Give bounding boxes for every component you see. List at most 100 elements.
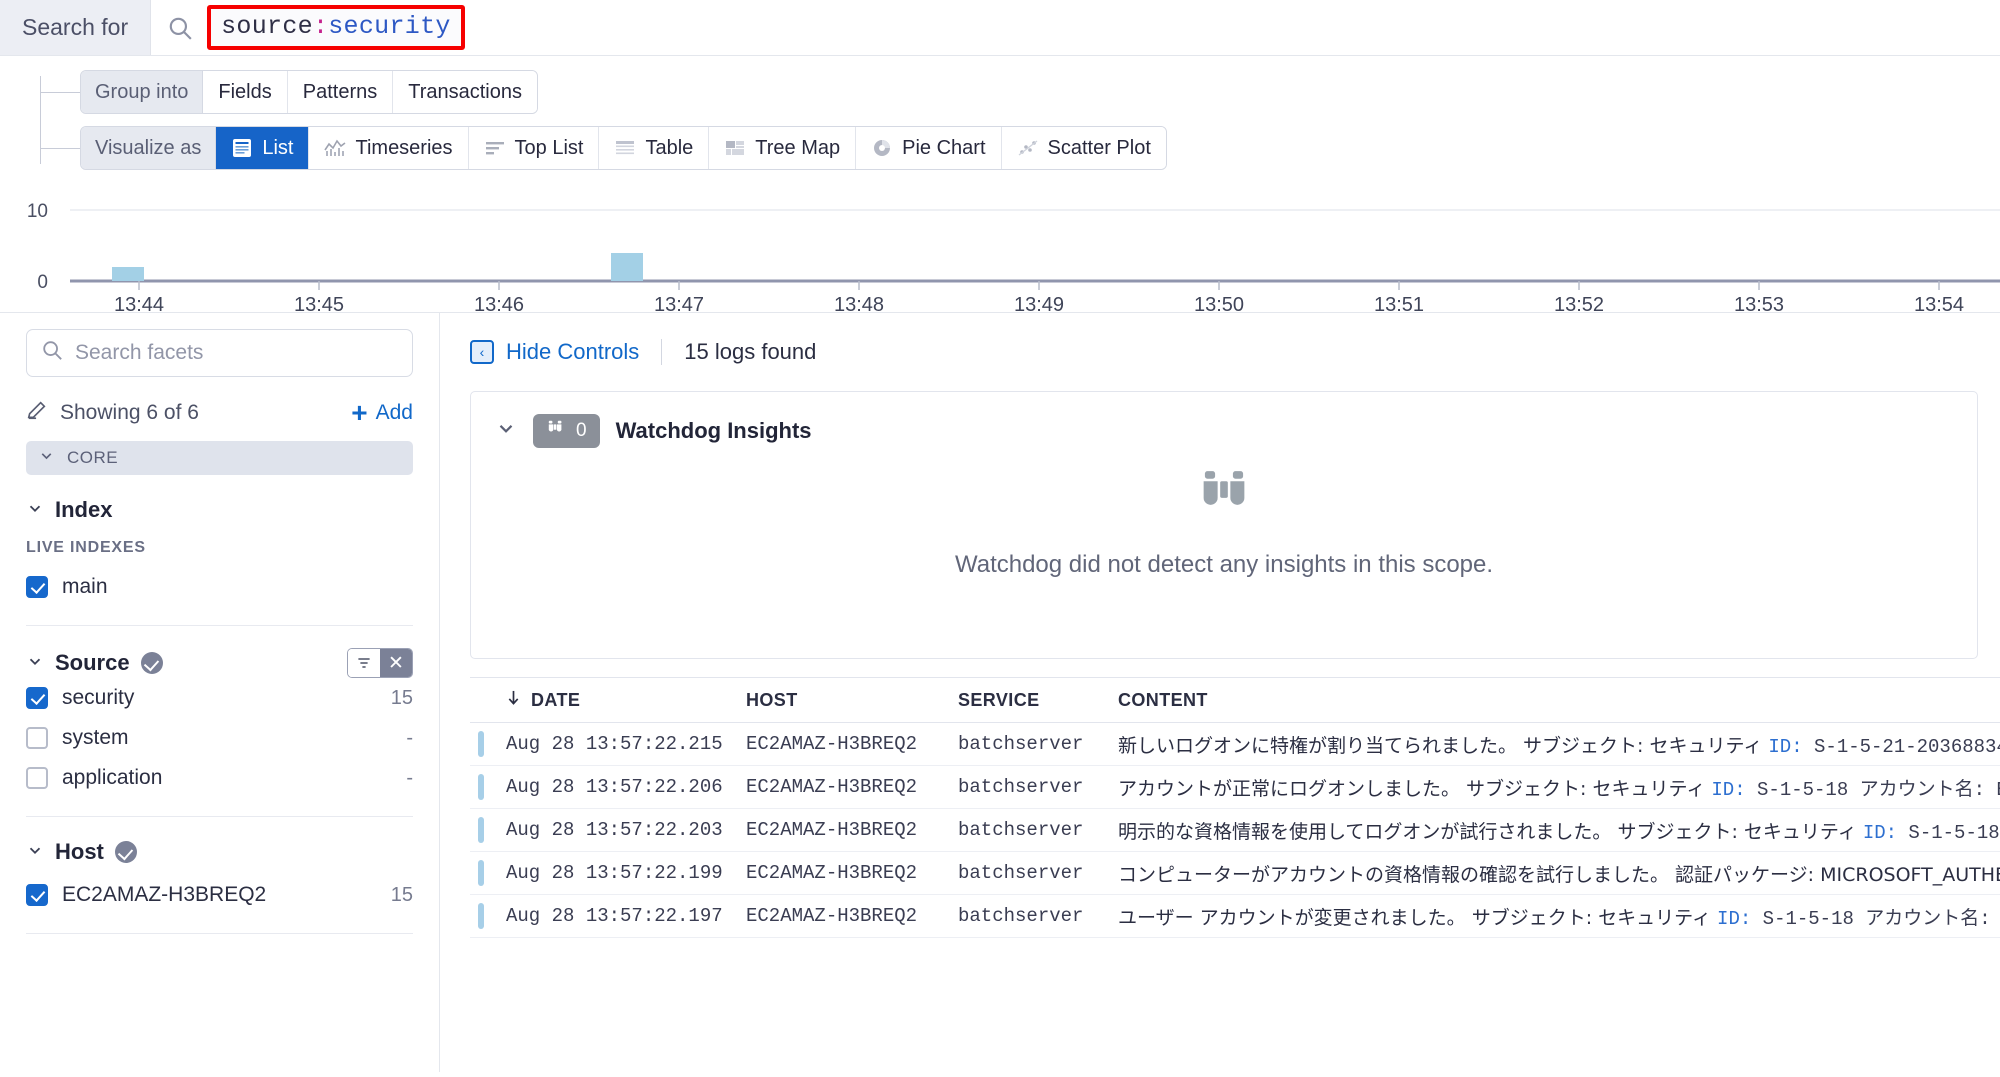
chart-bar[interactable] — [611, 253, 643, 281]
row-content-id-label: ID: — [1717, 907, 1752, 930]
row-status-bar — [478, 860, 484, 886]
hide-controls-button[interactable]: ‹ Hide Controls — [470, 339, 639, 365]
column-header-host[interactable]: HOST — [746, 690, 958, 711]
search-facets-input[interactable] — [75, 341, 398, 365]
logs-found-count: 15 logs found — [684, 339, 817, 364]
table-row[interactable]: Aug 28 13:57:22.199 EC2AMAZ-H3BREQ2 batc… — [470, 852, 2000, 895]
table-row[interactable]: Aug 28 13:57:22.197 EC2AMAZ-H3BREQ2 batc… — [470, 895, 2000, 938]
facet-count-security: 15 — [390, 686, 413, 709]
watchdog-count-badge: 0 — [533, 414, 600, 448]
facet-index-header[interactable]: Index — [26, 497, 413, 523]
row-content: 新しいログオンに特権が割り当てられました。 サブジェクト: セキュリティ ID:… — [1118, 731, 2000, 758]
tree-map-icon — [724, 138, 746, 158]
visualize-tree-map[interactable]: Tree Map — [709, 127, 857, 169]
query-colon: : — [312, 12, 329, 41]
main-content: ‹ Hide Controls 15 logs found 0 Watchdog… — [440, 313, 2000, 1072]
checkbox-security[interactable] — [26, 687, 48, 709]
facet-item-main[interactable]: main — [26, 567, 413, 607]
scatter-plot-icon — [1017, 138, 1039, 158]
row-content-tail: S-1-5-18 アカウント名: EC2A — [1757, 778, 2000, 801]
facet-source-header-row: Source ✕ — [26, 648, 413, 678]
row-content-jp: 明示的な資格情報を使用してログオンが試行されました。 サブジェクト: セキュリテ… — [1118, 820, 1863, 843]
group-into-patterns[interactable]: Patterns — [287, 71, 394, 113]
group-into-fields[interactable]: Fields — [203, 71, 288, 113]
timeline-histogram[interactable]: 10 0 13:44 13:45 13:46 13:47 13:48 13:49… — [0, 192, 2000, 316]
add-facet-button[interactable]: + Add — [351, 399, 413, 427]
lower-panel: Showing 6 of 6 + Add CORE — [0, 312, 2000, 1072]
facet-item-system[interactable]: system - — [26, 718, 413, 758]
visualize-as-row: Visualize as List Timeseries Top List Ta… — [0, 126, 2000, 170]
visualize-timeseries[interactable]: Timeseries — [309, 127, 469, 169]
chevron-down-icon — [26, 650, 44, 676]
checkbox-system[interactable] — [26, 727, 48, 749]
core-label: CORE — [67, 448, 119, 467]
row-host: EC2AMAZ-H3BREQ2 — [746, 819, 918, 841]
checkbox-main[interactable] — [26, 576, 48, 598]
filter-icon-button[interactable] — [348, 649, 380, 677]
row-content: アカウントが正常にログオンしました。 サブジェクト: セキュリティ ID: S-… — [1118, 774, 2000, 801]
facet-item-application[interactable]: application - — [26, 758, 413, 798]
visualize-top-list[interactable]: Top List — [468, 127, 600, 169]
facet-count-host-ec2: 15 — [390, 883, 413, 906]
row-date: Aug 28 13:57:22.203 — [506, 819, 723, 841]
visualize-pie-chart-label: Pie Chart — [902, 136, 986, 159]
facet-source-actions: ✕ — [347, 648, 413, 678]
showing-count[interactable]: Showing 6 of 6 — [26, 399, 199, 427]
chart-bar[interactable] — [112, 267, 144, 281]
row-content-tail: S-1-5-18 アカウント名: EC2 — [1762, 907, 2000, 930]
core-section-header[interactable]: CORE — [26, 441, 413, 475]
facets-sidebar: Showing 6 of 6 + Add CORE — [0, 313, 440, 1072]
watchdog-empty-text: Watchdog did not detect any insights in … — [954, 551, 1494, 578]
query-value: security — [328, 12, 451, 41]
search-icon — [167, 15, 193, 41]
visualize-list[interactable]: List — [216, 127, 310, 169]
pie-chart-icon — [871, 138, 893, 158]
clear-filter-button[interactable]: ✕ — [380, 649, 412, 677]
visualize-table[interactable]: Table — [599, 127, 710, 169]
watchdog-header[interactable]: 0 Watchdog Insights — [471, 392, 1977, 448]
facet-label-host-ec2: EC2AMAZ-H3BREQ2 — [62, 883, 267, 906]
binoculars-icon — [546, 419, 566, 443]
column-header-date[interactable]: DATE — [506, 689, 746, 711]
search-input-area[interactable]: source:security — [151, 0, 2000, 55]
facet-label-system: system — [62, 726, 129, 749]
logs-table-header: DATE HOST SERVICE CONTENT — [470, 677, 2000, 723]
svg-text:13:53: 13:53 — [1734, 294, 1784, 316]
table-row[interactable]: Aug 28 13:57:22.203 EC2AMAZ-H3BREQ2 batc… — [470, 809, 2000, 852]
column-header-content[interactable]: CONTENT — [1118, 690, 2000, 711]
row-date: Aug 28 13:57:22.199 — [506, 862, 723, 884]
table-row[interactable]: Aug 28 13:57:22.206 EC2AMAZ-H3BREQ2 batc… — [470, 766, 2000, 809]
visualize-pie-chart[interactable]: Pie Chart — [856, 127, 1002, 169]
tree-stub-visualize — [40, 147, 80, 149]
visualize-scatter-plot[interactable]: Scatter Plot — [1001, 127, 1166, 169]
column-header-service[interactable]: SERVICE — [958, 690, 1118, 711]
row-content-id-label: ID: — [1711, 778, 1746, 801]
svg-text:13:48: 13:48 — [834, 294, 884, 316]
table-row[interactable]: Aug 28 13:57:22.215 EC2AMAZ-H3BREQ2 batc… — [470, 723, 2000, 766]
table-icon — [614, 138, 636, 158]
timeseries-icon — [324, 138, 346, 158]
svg-text:13:44: 13:44 — [114, 294, 164, 316]
chevron-down-icon[interactable] — [495, 417, 517, 445]
facet-group-index: Index LIVE INDEXES main — [26, 475, 413, 626]
facet-source-header[interactable]: Source — [26, 650, 163, 676]
chevron-down-icon — [26, 497, 44, 523]
query-key: source — [221, 12, 313, 41]
group-into-label: Group into — [81, 71, 204, 113]
search-query-input[interactable]: source:security — [207, 5, 465, 50]
facets-showing-row: Showing 6 of 6 + Add — [26, 399, 413, 427]
checkbox-host-ec2[interactable] — [26, 884, 48, 906]
pencil-icon — [26, 399, 48, 427]
row-status-bar — [478, 817, 484, 843]
group-into-transactions[interactable]: Transactions — [393, 71, 537, 113]
row-date: Aug 28 13:57:22.206 — [506, 776, 723, 798]
row-host: EC2AMAZ-H3BREQ2 — [746, 905, 918, 927]
showing-count-label: Showing 6 of 6 — [60, 401, 199, 424]
checkbox-application[interactable] — [26, 767, 48, 789]
facet-item-security[interactable]: security 15 — [26, 678, 413, 718]
row-host: EC2AMAZ-H3BREQ2 — [746, 776, 918, 798]
sort-desc-arrow-icon — [506, 689, 521, 711]
facet-host-header[interactable]: Host — [26, 839, 413, 865]
facet-item-host-ec2[interactable]: EC2AMAZ-H3BREQ2 15 — [26, 875, 413, 915]
facet-search-box[interactable] — [26, 329, 413, 377]
